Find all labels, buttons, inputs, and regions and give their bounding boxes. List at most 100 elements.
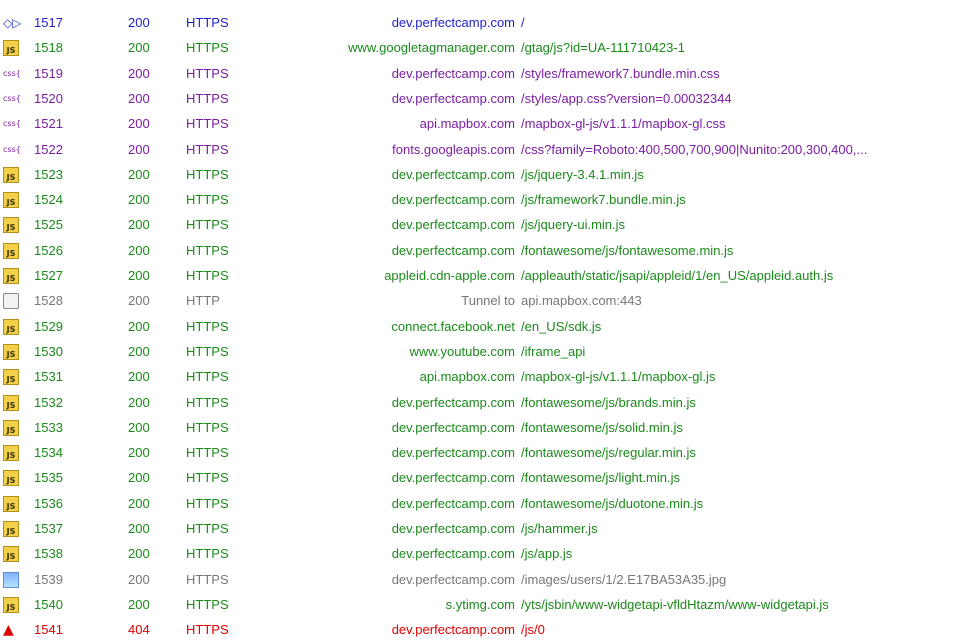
host: dev.perfectcamp.com xyxy=(391,546,515,562)
session-number: 1524 xyxy=(34,192,63,208)
session-number: 1523 xyxy=(34,166,63,182)
session-number: 1538 xyxy=(34,546,63,562)
result-code: 404 xyxy=(128,622,150,638)
host: Tunnel to xyxy=(461,293,515,309)
session-row[interactable]: JS 1535 200 HTTPS dev.perfectcamp.com/fontaw… xyxy=(0,467,979,489)
session-row[interactable]: JS 1536 200 HTTPS dev.perfectcamp.com/fontaw… xyxy=(0,493,979,515)
session-row[interactable]: JS 1525 200 HTTPS dev.perfectcamp.com/js/jqu… xyxy=(0,214,979,236)
result-code: 200 xyxy=(128,571,150,587)
js-icon: JS xyxy=(3,521,19,537)
url: /js/app.js xyxy=(521,546,573,562)
session-row[interactable]: JS 1540 200 HTTPS s.ytimg.com/yts/jsbin/www-… xyxy=(0,594,979,616)
url: /gtag/js?id=UA-111710423-1 xyxy=(521,40,685,56)
session-number: 1518 xyxy=(34,40,63,56)
session-row[interactable]: JS 1532 200 HTTPS dev.perfectcamp.com/fontaw… xyxy=(0,392,979,414)
url: /fontawesome/js/regular.min.js xyxy=(521,445,696,461)
session-row[interactable]: JS 1523 200 HTTPS dev.perfectcamp.com/js/jqu… xyxy=(0,164,979,186)
session-row[interactable]: css{1520 200 HTTPS dev.perfectcamp.com/styl… xyxy=(0,88,979,110)
session-number: 1537 xyxy=(34,521,63,536)
result-code: 200 xyxy=(128,419,150,435)
protocol: HTTPS xyxy=(186,369,229,385)
result-code: 200 xyxy=(128,141,150,157)
host: connect.facebook.net xyxy=(391,318,515,334)
session-row[interactable]: JS 1538 200 HTTPS dev.perfectcamp.com/js/app… xyxy=(0,543,979,565)
result-code: 200 xyxy=(128,445,150,461)
js-icon: JS xyxy=(3,166,19,183)
url: /styles/framework7.bundle.min.css xyxy=(521,65,720,81)
js-icon: JS xyxy=(3,546,19,563)
session-row[interactable]: JS 1529 200 HTTPS connect.facebook.net/en_US… xyxy=(0,316,979,338)
session-number: 1540 xyxy=(34,596,63,612)
result-code: 200 xyxy=(128,242,150,258)
session-row[interactable]: JS 1533 200 HTTPS dev.perfectcamp.com/fontaw… xyxy=(0,417,979,439)
url: /appleauth/static/jsapi/appleid/1/en_US/… xyxy=(521,268,834,283)
protocol: HTTPS xyxy=(186,40,229,56)
js-icon: JS xyxy=(3,470,19,487)
arrows-icon: ◇▷ xyxy=(3,16,22,30)
protocol: HTTPS xyxy=(186,242,229,258)
session-number: 1532 xyxy=(34,394,63,410)
host: dev.perfectcamp.com xyxy=(391,166,515,182)
host: dev.perfectcamp.com xyxy=(391,495,515,511)
result-code: 200 xyxy=(128,217,150,233)
js-icon: JS xyxy=(3,217,19,234)
protocol: HTTPS xyxy=(186,571,229,587)
result-code: 200 xyxy=(128,90,150,106)
session-row[interactable]: JS 1518 200 HTTPS www.googletagmanager.com/g… xyxy=(0,37,979,59)
url: /fontawesome/js/fontawesome.min.js xyxy=(521,242,734,258)
url: /fontawesome/js/light.min.js xyxy=(521,470,680,486)
session-row[interactable]: JS 1530 200 HTTPS www.youtube.com/iframe_api xyxy=(0,341,979,363)
result-code: 200 xyxy=(128,65,150,81)
css-icon: css{ xyxy=(3,68,21,78)
host: s.ytimg.com xyxy=(445,596,515,612)
session-row[interactable]: css{1521 200 HTTPS api.mapbox.com/mapbox-gl… xyxy=(0,113,979,135)
session-list: ◇▷ 1517 200 HTTPS dev.perfectcamp.com / JS 1518… xyxy=(0,0,979,644)
protocol: HTTPS xyxy=(186,318,229,334)
css-icon: css{ xyxy=(3,93,21,103)
js-icon: JS xyxy=(3,596,19,613)
js-icon: JS xyxy=(3,495,19,512)
session-row[interactable]: JS 1524 200 HTTPS dev.perfectcamp.com/js/fra… xyxy=(0,189,979,211)
css-icon: css{ xyxy=(3,119,21,129)
host: dev.perfectcamp.com xyxy=(391,622,515,638)
host: fonts.googleapis.com xyxy=(392,141,515,157)
session-number: 1527 xyxy=(34,268,63,283)
session-number: 1519 xyxy=(34,65,63,81)
session-row[interactable]: 1528 200 HTTP Tunnel to api.mapbox.com:443 xyxy=(0,290,979,312)
session-row[interactable]: JS 1527 200 HTTPS appleid.cdn-apple.com/appl… xyxy=(0,265,979,287)
session-row[interactable]: css{1519 200 HTTPS dev.perfectcamp.com/styl… xyxy=(0,63,979,85)
url: /js/jquery-ui.min.js xyxy=(521,217,626,233)
protocol: HTTPS xyxy=(186,15,229,30)
protocol: HTTPS xyxy=(186,192,229,208)
session-row[interactable]: JS 1531 200 HTTPS api.mapbox.com/mapbox-gl-j… xyxy=(0,366,979,388)
result-code: 200 xyxy=(128,394,150,410)
result-code: 200 xyxy=(128,40,150,56)
session-number: 1539 xyxy=(34,571,63,587)
protocol: HTTPS xyxy=(186,394,229,410)
session-number: 1525 xyxy=(34,217,63,233)
result-code: 200 xyxy=(128,470,150,486)
session-row[interactable]: JS 1537 200 HTTPS dev.perfectcamp.com/js/ham… xyxy=(0,518,979,540)
session-row[interactable]: css{1522 200 HTTPS fonts.googleapis.com/css… xyxy=(0,139,979,161)
protocol: HTTPS xyxy=(186,470,229,486)
session-row[interactable]: ◇▷ 1517 200 HTTPS dev.perfectcamp.com / xyxy=(0,12,979,34)
session-number: 1521 xyxy=(34,116,63,132)
host: dev.perfectcamp.com xyxy=(391,217,515,233)
url: /mapbox-gl-js/v1.1.1/mapbox-gl.css xyxy=(521,116,726,132)
result-code: 200 xyxy=(128,546,150,562)
session-row[interactable]: JS 1526 200 HTTPS dev.perfectcamp.com/fontaw… xyxy=(0,240,979,262)
url: /en_US/sdk.js xyxy=(521,318,602,334)
js-icon: JS xyxy=(3,394,19,411)
host: appleid.cdn-apple.com xyxy=(384,268,515,283)
result-code: 200 xyxy=(128,192,150,208)
css-icon: css{ xyxy=(3,144,21,154)
host: www.googletagmanager.com xyxy=(348,40,515,56)
host: www.youtube.com xyxy=(409,343,516,359)
session-row[interactable]: 1539 200 HTTPS dev.perfectcamp.com/images/u… xyxy=(0,569,979,591)
protocol: HTTPS xyxy=(186,419,229,435)
protocol: HTTPS xyxy=(186,622,229,638)
session-row[interactable]: ▲ 1541 404 HTTPS dev.perfectcamp.com/js/0 xyxy=(0,619,979,641)
session-row[interactable]: JS 1534 200 HTTPS dev.perfectcamp.com/fontaw… xyxy=(0,442,979,464)
js-icon: JS xyxy=(3,242,19,259)
host: dev.perfectcamp.com xyxy=(391,90,515,106)
